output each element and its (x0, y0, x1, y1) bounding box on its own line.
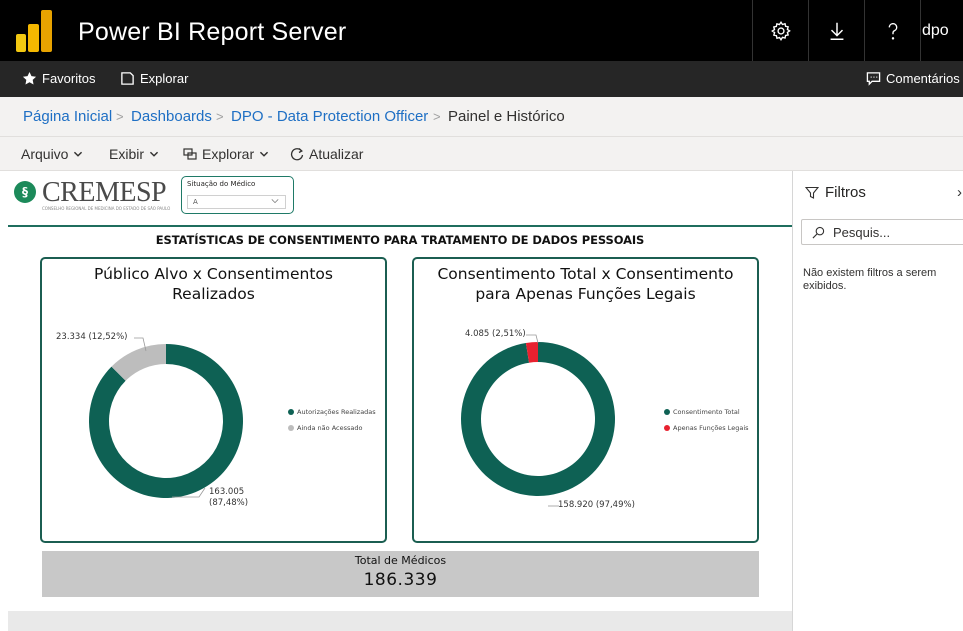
refresh-label: Atualizar (309, 146, 364, 162)
view-menu[interactable]: Exibir (109, 146, 159, 162)
explore-link[interactable]: Explorar (120, 71, 188, 86)
favorites-link[interactable]: Favoritos (22, 71, 95, 86)
settings-button[interactable] (752, 0, 808, 61)
donut-chart-card-consent[interactable]: Público Alvo x Consentimentos Realizados… (40, 257, 387, 543)
chart-legend: Autorizações Realizadas Ainda não Acessa… (288, 408, 376, 440)
file-menu-label: Arquivo (21, 146, 69, 162)
legend-label: Ainda não Acessado (297, 424, 363, 432)
comments-label: Comentários (886, 71, 960, 86)
report-canvas: § CREMESP CONSELHO REGIONAL DE MEDICINA … (0, 171, 792, 631)
filter-search-input[interactable]: Pesquis... (801, 219, 963, 245)
app-title: Power BI Report Server (78, 18, 347, 46)
slicer-dropdown[interactable]: A (187, 195, 286, 209)
explore-icon (121, 72, 134, 85)
chevron-down-icon (74, 151, 83, 157)
explore-menu-label: Explorar (202, 146, 255, 162)
breadcrumb-folder[interactable]: DPO - Data Protection Officer (231, 108, 428, 125)
refresh-button[interactable]: Atualizar (290, 146, 363, 162)
download-button[interactable] (808, 0, 864, 61)
breadcrumb-separator: > (216, 109, 224, 124)
view-menu-label: Exibir (109, 146, 145, 162)
breadcrumb-separator: > (433, 109, 441, 124)
user-name[interactable]: dpo (922, 22, 949, 40)
top-bar: Power BI Report Server dpo (0, 0, 963, 61)
search-placeholder: Pesquis... (833, 224, 891, 240)
breadcrumb-home[interactable]: Página Inicial (23, 108, 112, 125)
favorites-label: Favoritos (42, 71, 96, 86)
filter-icon (805, 186, 819, 199)
help-icon (888, 22, 897, 40)
cremesp-logo: CREMESP (42, 177, 167, 208)
filters-pane: Filtros › Pesquis... Não existem filtros… (792, 171, 963, 631)
header-divider (8, 225, 792, 227)
comment-icon (866, 72, 881, 86)
data-label: 158.920 (97,49%) (558, 500, 635, 510)
legend-swatch (664, 425, 670, 431)
no-filters-message: Não existem filtros a serem exibidos. (803, 267, 937, 292)
file-menu[interactable]: Arquivo (21, 146, 83, 162)
breadcrumb-separator: > (116, 109, 124, 124)
legend-item[interactable]: Consentimento Total (664, 408, 749, 416)
cremesp-logo-subtitle: CONSELHO REGIONAL DE MEDICINA DO ESTADO … (42, 206, 171, 211)
doctor-status-slicer: Situação do Médico A (181, 176, 294, 214)
total-doctors-label: Total de Médicos (354, 554, 447, 567)
explore-menu[interactable]: Explorar (183, 146, 269, 162)
gear-icon (770, 20, 791, 41)
legend-label: Consentimento Total (673, 408, 740, 416)
data-label: 163.005 (87,48%) (209, 487, 249, 508)
slicer-label: Situação do Médico (187, 180, 256, 188)
slicer-value: A (193, 198, 198, 206)
breadcrumb-dashboards[interactable]: Dashboards (131, 108, 212, 125)
power-bi-logo-icon[interactable] (14, 8, 54, 54)
legend-swatch (664, 409, 670, 415)
legend-item[interactable]: Apenas Funções Legais (664, 424, 749, 432)
legend-swatch (288, 425, 294, 431)
chevron-down-icon (260, 151, 269, 157)
comments-button[interactable]: Comentários (866, 71, 960, 86)
legend-swatch (288, 409, 294, 415)
help-button[interactable] (864, 0, 920, 61)
data-label: 4.085 (2,51%) (465, 329, 526, 339)
data-label: 23.334 (12,52%) (56, 332, 128, 342)
legend-label: Autorizações Realizadas (297, 408, 376, 416)
chevron-down-icon (271, 199, 279, 204)
filters-header[interactable]: Filtros (805, 184, 866, 201)
filters-title: Filtros (825, 184, 866, 201)
total-doctors-card[interactable]: Total de Médicos 186.339 (42, 551, 759, 597)
chevron-down-icon (149, 151, 159, 157)
donut-slice-consentimento-total[interactable] (461, 342, 615, 496)
star-icon (22, 71, 37, 85)
download-icon (830, 22, 843, 40)
refresh-icon (290, 148, 304, 161)
explore-icon (183, 148, 197, 160)
legend-item[interactable]: Autorizações Realizadas (288, 408, 376, 416)
nav-bar: Favoritos Explorar Comentários (0, 61, 963, 97)
leader-line (526, 334, 539, 344)
search-icon (812, 226, 825, 238)
report-title: ESTATÍSTICAS DE CONSENTIMENTO PARA TRATA… (155, 233, 645, 247)
donut-chart (461, 334, 615, 507)
report-footer-strip (8, 611, 792, 631)
chart-legend: Consentimento Total Apenas Funções Legai… (664, 408, 749, 440)
total-doctors-value: 186.339 (363, 570, 438, 590)
report-toolbar: Arquivo Exibir Explorar Atualizar (0, 137, 963, 171)
donut-chart-card-legal[interactable]: Consentimento Total x Consentimento para… (412, 257, 759, 543)
collapse-filters-button[interactable]: › (957, 184, 962, 201)
explore-label: Explorar (140, 71, 189, 86)
breadcrumb: Página Inicial > Dashboards > DPO - Data… (0, 97, 963, 137)
cremesp-emblem-icon: § (14, 181, 36, 203)
legend-label: Apenas Funções Legais (673, 424, 749, 432)
breadcrumb-current: Painel e Histórico (448, 108, 565, 125)
legend-item[interactable]: Ainda não Acessado (288, 424, 376, 432)
